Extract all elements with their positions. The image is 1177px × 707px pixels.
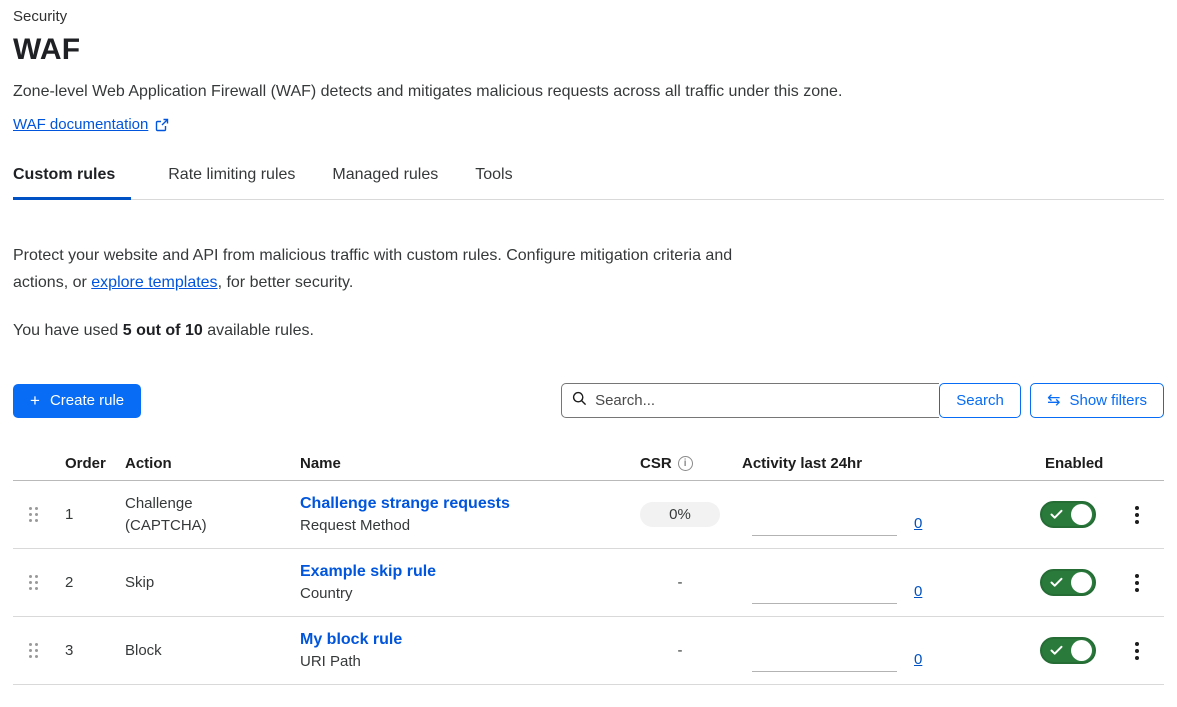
row-menu-kebab-icon[interactable] (1127, 638, 1147, 664)
tab-managed-rules[interactable]: Managed rules (332, 166, 438, 199)
header-name: Name (298, 455, 630, 472)
search-box (561, 383, 939, 418)
rule-order: 3 (57, 642, 115, 659)
rule-field: URI Path (300, 653, 630, 670)
page-description: Zone-level Web Application Firewall (WAF… (13, 83, 1164, 101)
csr-badge: 0% (640, 502, 720, 527)
header-enabled: Enabled (1000, 455, 1110, 472)
rule-order: 1 (57, 506, 115, 523)
table-row: 1 Challenge (CAPTCHA) Challenge strange … (13, 481, 1164, 549)
enabled-toggle[interactable] (1040, 569, 1096, 596)
csr-empty: - (678, 642, 683, 659)
header-csr-label: CSR (640, 455, 672, 472)
drag-handle-icon[interactable] (29, 575, 38, 590)
header-action: Action (115, 455, 298, 472)
table-header-row: Order Action Name CSR i Activity last 24… (13, 447, 1164, 481)
usage-line: You have used 5 out of 10 available rule… (13, 322, 1164, 340)
explore-templates-link[interactable]: explore templates (91, 274, 217, 291)
external-link-icon (155, 118, 169, 132)
check-icon (1050, 645, 1063, 656)
search-button[interactable]: Search (939, 383, 1021, 418)
table-row: 2 Skip Example skip rule Country - 0 (13, 549, 1164, 617)
row-menu-kebab-icon[interactable] (1127, 570, 1147, 596)
toggle-knob (1071, 572, 1092, 593)
doc-link-row: WAF documentation (13, 116, 1164, 133)
toggle-knob (1071, 640, 1092, 661)
waf-page: Security WAF Zone-level Web Application … (0, 0, 1177, 707)
activity-sparkline (752, 642, 897, 672)
usage-prefix: You have used (13, 322, 123, 339)
tab-rate-limiting-rules[interactable]: Rate limiting rules (168, 166, 295, 199)
intro-paragraph: Protect your website and API from malici… (13, 242, 758, 296)
drag-handle-icon[interactable] (29, 507, 38, 522)
row-menu-kebab-icon[interactable] (1127, 502, 1147, 528)
toolbar: + Create rule Search ⇆ Show filters (13, 383, 1164, 418)
enabled-toggle[interactable] (1040, 637, 1096, 664)
tab-custom-rules[interactable]: Custom rules (13, 166, 131, 200)
tab-bar: Custom rules Rate limiting rules Managed… (13, 166, 1164, 200)
search-input[interactable] (595, 392, 929, 409)
breadcrumb: Security (13, 8, 1164, 25)
activity-sparkline (752, 506, 897, 536)
toggle-knob (1071, 504, 1092, 525)
header-order: Order (57, 455, 115, 472)
rule-action: Block (125, 640, 243, 662)
show-filters-label: Show filters (1069, 392, 1147, 409)
swap-arrows-icon: ⇆ (1047, 393, 1060, 409)
tab-tools[interactable]: Tools (475, 166, 512, 199)
info-icon[interactable]: i (678, 456, 693, 471)
search-icon (572, 391, 587, 411)
waf-documentation-link[interactable]: WAF documentation (13, 116, 148, 133)
create-rule-button[interactable]: + Create rule (13, 384, 141, 418)
header-csr: CSR i (630, 455, 730, 472)
rule-order: 2 (57, 574, 115, 591)
activity-count-link[interactable]: 0 (914, 515, 922, 532)
activity-count-link[interactable]: 0 (914, 583, 922, 600)
page-title: WAF (13, 33, 1164, 67)
header-activity: Activity last 24hr (730, 455, 1000, 472)
rule-name-link[interactable]: Challenge strange requests (300, 495, 630, 513)
rule-name-link[interactable]: Example skip rule (300, 563, 630, 581)
create-rule-label: Create rule (50, 392, 124, 409)
rule-action: Skip (125, 572, 243, 594)
rule-field: Country (300, 585, 630, 602)
activity-sparkline (752, 574, 897, 604)
usage-count: 5 out of 10 (123, 322, 203, 339)
show-filters-button[interactable]: ⇆ Show filters (1030, 383, 1164, 418)
intro-text-after: , for better security. (218, 274, 354, 291)
rule-name-link[interactable]: My block rule (300, 631, 630, 649)
usage-suffix: available rules. (203, 322, 314, 339)
activity-count-link[interactable]: 0 (914, 651, 922, 668)
rule-action: Challenge (CAPTCHA) (125, 493, 243, 537)
plus-icon: + (30, 392, 40, 409)
table-row: 3 Block My block rule URI Path - 0 (13, 617, 1164, 685)
rules-table: Order Action Name CSR i Activity last 24… (13, 447, 1164, 685)
drag-handle-icon[interactable] (29, 643, 38, 658)
rule-field: Request Method (300, 517, 630, 534)
enabled-toggle[interactable] (1040, 501, 1096, 528)
search-group: Search ⇆ Show filters (561, 383, 1164, 418)
csr-empty: - (678, 574, 683, 591)
check-icon (1050, 577, 1063, 588)
check-icon (1050, 509, 1063, 520)
